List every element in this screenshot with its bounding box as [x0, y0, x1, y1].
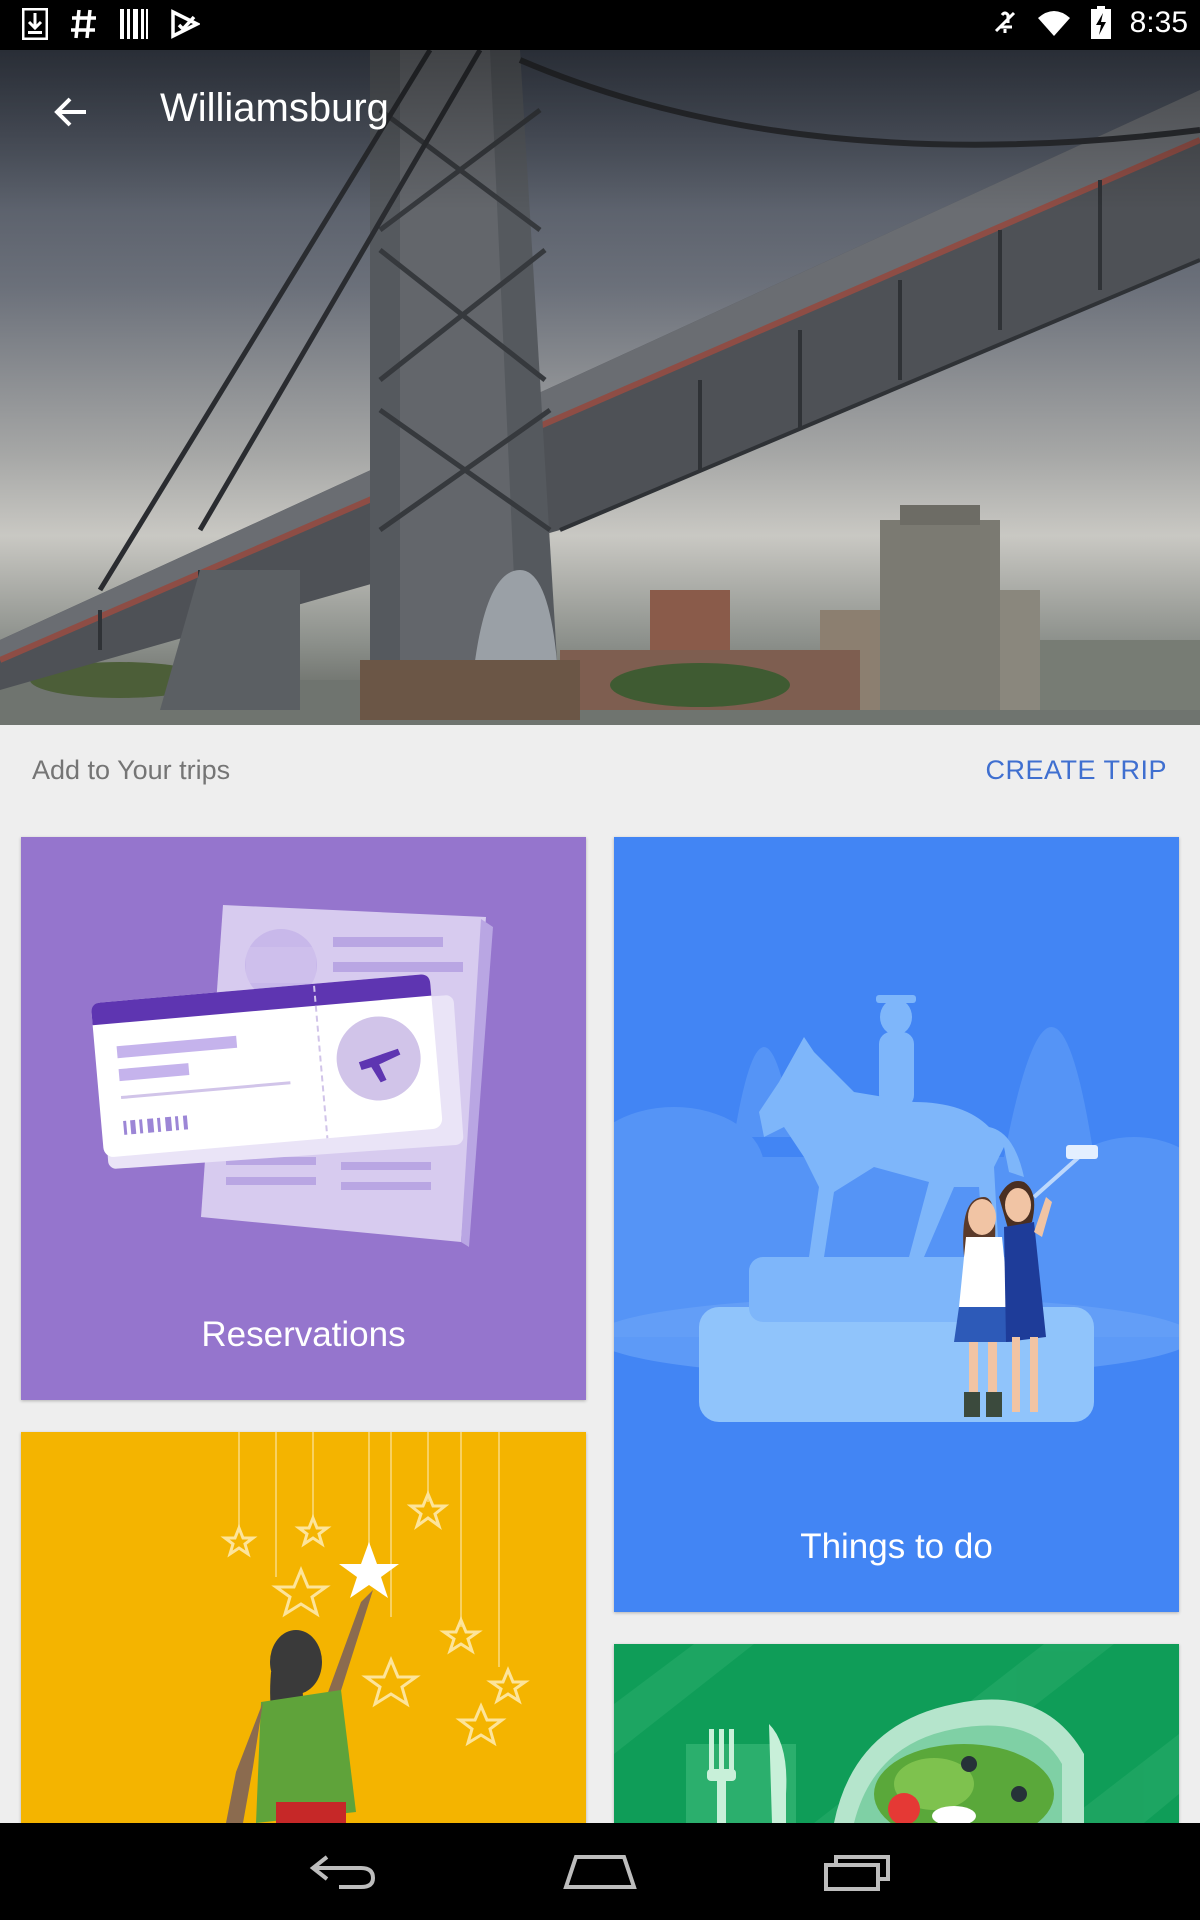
status-time: 8:35 — [1129, 6, 1188, 39]
battery-charging-icon — [1090, 6, 1112, 40]
barcode-icon — [120, 9, 148, 39]
food-card[interactable] — [614, 1644, 1179, 1823]
things-to-do-illustration — [614, 995, 1179, 1422]
things-to-do-card[interactable]: Things to do — [614, 837, 1179, 1612]
wifi-icon — [1036, 8, 1072, 38]
arrow-back-icon — [52, 92, 92, 137]
saved-places-card[interactable] — [21, 1432, 586, 1823]
back-button[interactable] — [40, 82, 104, 146]
navigation-bar — [0, 1823, 1200, 1920]
play-store-icon — [170, 9, 200, 39]
add-to-trips-label: Add to Your trips — [32, 755, 231, 785]
hero-image: Williamsburg — [0, 50, 1200, 725]
reservations-card[interactable]: Reservations — [21, 837, 586, 1400]
download-icon — [22, 8, 48, 40]
recents-nav-icon — [822, 1851, 892, 1896]
home-nav-icon — [562, 1851, 638, 1896]
back-nav-icon — [309, 1851, 379, 1896]
stars-illustration — [220, 1432, 530, 1823]
reservations-label: Reservations — [201, 1315, 406, 1354]
things-to-do-label: Things to do — [800, 1527, 993, 1566]
mute-icon — [992, 7, 1018, 39]
status-bar: 8:35 — [0, 0, 1200, 50]
nav-back-button[interactable] — [299, 1845, 389, 1901]
nav-home-button[interactable] — [555, 1845, 645, 1901]
page-title: Williamsburg — [160, 86, 389, 130]
food-illustration — [614, 1644, 1179, 1823]
nav-recents-button[interactable] — [812, 1845, 902, 1901]
hash-icon — [70, 8, 98, 40]
create-trip-button[interactable]: CREATE TRIP — [985, 755, 1167, 786]
